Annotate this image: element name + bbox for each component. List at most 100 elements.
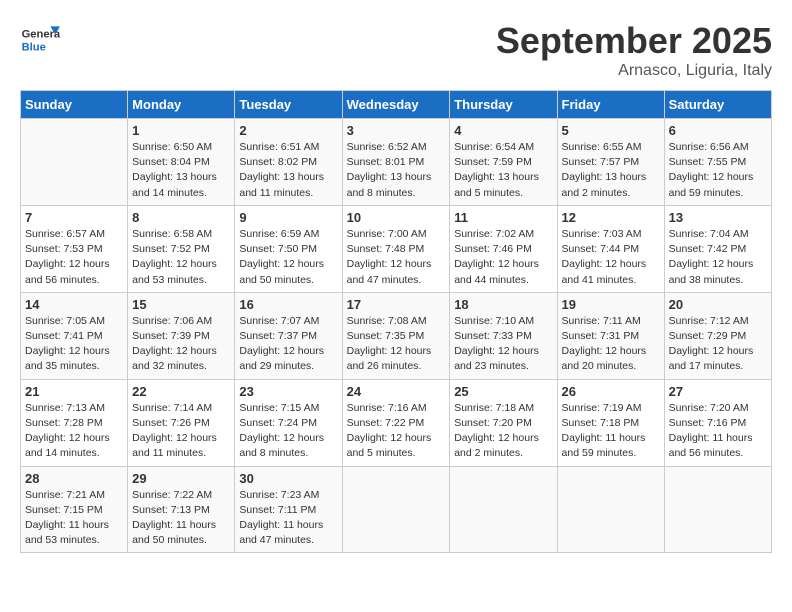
calendar-cell: 21 Sunrise: 7:13 AM Sunset: 7:28 PM Dayli… [21, 379, 128, 466]
calendar-cell [557, 466, 664, 553]
day-info: Sunrise: 7:02 AM Sunset: 7:46 PM Dayligh… [454, 227, 552, 288]
day-info: Sunrise: 7:04 AM Sunset: 7:42 PM Dayligh… [669, 227, 767, 288]
day-info: Sunrise: 7:07 AM Sunset: 7:37 PM Dayligh… [239, 314, 337, 375]
day-number: 23 [239, 384, 337, 399]
calendar-cell: 8 Sunrise: 6:58 AM Sunset: 7:52 PM Daylig… [128, 205, 235, 292]
day-number: 9 [239, 210, 337, 225]
day-number: 24 [347, 384, 446, 399]
day-number: 13 [669, 210, 767, 225]
day-number: 14 [25, 297, 123, 312]
title-block: September 2025 Arnasco, Liguria, Italy [496, 20, 772, 80]
day-info: Sunrise: 7:19 AM Sunset: 7:18 PM Dayligh… [562, 401, 660, 462]
location: Arnasco, Liguria, Italy [496, 62, 772, 80]
day-number: 16 [239, 297, 337, 312]
day-info: Sunrise: 7:21 AM Sunset: 7:15 PM Dayligh… [25, 488, 123, 549]
weekday-header-tuesday: Tuesday [235, 91, 342, 119]
calendar-cell [21, 119, 128, 206]
day-number: 12 [562, 210, 660, 225]
day-number: 19 [562, 297, 660, 312]
day-info: Sunrise: 7:13 AM Sunset: 7:28 PM Dayligh… [25, 401, 123, 462]
calendar-cell: 7 Sunrise: 6:57 AM Sunset: 7:53 PM Daylig… [21, 205, 128, 292]
day-number: 18 [454, 297, 552, 312]
calendar-cell: 14 Sunrise: 7:05 AM Sunset: 7:41 PM Dayli… [21, 292, 128, 379]
calendar-cell: 19 Sunrise: 7:11 AM Sunset: 7:31 PM Dayli… [557, 292, 664, 379]
day-info: Sunrise: 7:06 AM Sunset: 7:39 PM Dayligh… [132, 314, 230, 375]
logo: General Blue [20, 20, 64, 60]
month-title: September 2025 [496, 20, 772, 62]
calendar-cell: 28 Sunrise: 7:21 AM Sunset: 7:15 PM Dayli… [21, 466, 128, 553]
day-info: Sunrise: 6:58 AM Sunset: 7:52 PM Dayligh… [132, 227, 230, 288]
calendar-cell: 1Sunrise: 6:50 AM Sunset: 8:04 PM Daylig… [128, 119, 235, 206]
day-info: Sunrise: 6:57 AM Sunset: 7:53 PM Dayligh… [25, 227, 123, 288]
day-info: Sunrise: 7:00 AM Sunset: 7:48 PM Dayligh… [347, 227, 446, 288]
calendar-cell: 22 Sunrise: 7:14 AM Sunset: 7:26 PM Dayli… [128, 379, 235, 466]
day-info: Sunrise: 6:52 AM Sunset: 8:01 PM Dayligh… [347, 140, 446, 201]
calendar-cell [664, 466, 771, 553]
calendar-cell: 16 Sunrise: 7:07 AM Sunset: 7:37 PM Dayli… [235, 292, 342, 379]
day-info: Sunrise: 7:15 AM Sunset: 7:24 PM Dayligh… [239, 401, 337, 462]
day-number: 20 [669, 297, 767, 312]
calendar-cell: 12 Sunrise: 7:03 AM Sunset: 7:44 PM Dayli… [557, 205, 664, 292]
day-number: 25 [454, 384, 552, 399]
calendar-cell: 2 Sunrise: 6:51 AM Sunset: 8:02 PM Daylig… [235, 119, 342, 206]
calendar-cell: 15Sunrise: 7:06 AM Sunset: 7:39 PM Dayli… [128, 292, 235, 379]
day-number: 27 [669, 384, 767, 399]
day-number: 7 [25, 210, 123, 225]
day-info: Sunrise: 7:18 AM Sunset: 7:20 PM Dayligh… [454, 401, 552, 462]
day-number: 6 [669, 123, 767, 138]
day-info: Sunrise: 7:14 AM Sunset: 7:26 PM Dayligh… [132, 401, 230, 462]
day-info: Sunrise: 7:08 AM Sunset: 7:35 PM Dayligh… [347, 314, 446, 375]
weekday-header-monday: Monday [128, 91, 235, 119]
day-number: 17 [347, 297, 446, 312]
day-info: Sunrise: 6:59 AM Sunset: 7:50 PM Dayligh… [239, 227, 337, 288]
calendar-cell: 27Sunrise: 7:20 AM Sunset: 7:16 PM Dayli… [664, 379, 771, 466]
calendar-cell: 6 Sunrise: 6:56 AM Sunset: 7:55 PM Daylig… [664, 119, 771, 206]
weekday-header-sunday: Sunday [21, 91, 128, 119]
day-info: Sunrise: 7:16 AM Sunset: 7:22 PM Dayligh… [347, 401, 446, 462]
weekday-header-wednesday: Wednesday [342, 91, 450, 119]
day-info: Sunrise: 6:51 AM Sunset: 8:02 PM Dayligh… [239, 140, 337, 201]
calendar-cell: 17 Sunrise: 7:08 AM Sunset: 7:35 PM Dayli… [342, 292, 450, 379]
calendar-cell [450, 466, 557, 553]
day-number: 8 [132, 210, 230, 225]
day-info: Sunrise: 6:56 AM Sunset: 7:55 PM Dayligh… [669, 140, 767, 201]
day-info: Sunrise: 6:54 AM Sunset: 7:59 PM Dayligh… [454, 140, 552, 201]
day-number: 29 [132, 471, 230, 486]
day-info: Sunrise: 7:03 AM Sunset: 7:44 PM Dayligh… [562, 227, 660, 288]
calendar-cell: 30Sunrise: 7:23 AM Sunset: 7:11 PM Dayli… [235, 466, 342, 553]
day-number: 5 [562, 123, 660, 138]
day-number: 4 [454, 123, 552, 138]
day-number: 10 [347, 210, 446, 225]
day-number: 30 [239, 471, 337, 486]
calendar-cell: 23 Sunrise: 7:15 AM Sunset: 7:24 PM Dayli… [235, 379, 342, 466]
calendar-cell: 4 Sunrise: 6:54 AM Sunset: 7:59 PM Daylig… [450, 119, 557, 206]
calendar-cell: 13 Sunrise: 7:04 AM Sunset: 7:42 PM Dayli… [664, 205, 771, 292]
svg-text:Blue: Blue [22, 41, 46, 53]
calendar-cell: 20 Sunrise: 7:12 AM Sunset: 7:29 PM Dayli… [664, 292, 771, 379]
day-number: 28 [25, 471, 123, 486]
day-number: 11 [454, 210, 552, 225]
day-info: Sunrise: 7:12 AM Sunset: 7:29 PM Dayligh… [669, 314, 767, 375]
calendar-cell [342, 466, 450, 553]
calendar-table: SundayMondayTuesdayWednesdayThursdayFrid… [20, 90, 772, 553]
calendar-cell: 26 Sunrise: 7:19 AM Sunset: 7:18 PM Dayli… [557, 379, 664, 466]
day-info: Sunrise: 7:11 AM Sunset: 7:31 PM Dayligh… [562, 314, 660, 375]
day-number: 3 [347, 123, 446, 138]
calendar-cell: 5Sunrise: 6:55 AM Sunset: 7:57 PM Daylig… [557, 119, 664, 206]
weekday-header-saturday: Saturday [664, 91, 771, 119]
day-number: 22 [132, 384, 230, 399]
calendar-cell: 9 Sunrise: 6:59 AM Sunset: 7:50 PM Daylig… [235, 205, 342, 292]
calendar-cell: 25 Sunrise: 7:18 AM Sunset: 7:20 PM Dayli… [450, 379, 557, 466]
weekday-header-friday: Friday [557, 91, 664, 119]
day-info: Sunrise: 6:50 AM Sunset: 8:04 PM Dayligh… [132, 140, 230, 201]
calendar-cell: 10 Sunrise: 7:00 AM Sunset: 7:48 PM Dayli… [342, 205, 450, 292]
day-number: 26 [562, 384, 660, 399]
day-info: Sunrise: 7:05 AM Sunset: 7:41 PM Dayligh… [25, 314, 123, 375]
calendar-cell: 11 Sunrise: 7:02 AM Sunset: 7:46 PM Dayli… [450, 205, 557, 292]
weekday-header-thursday: Thursday [450, 91, 557, 119]
day-number: 2 [239, 123, 337, 138]
calendar-cell: 24 Sunrise: 7:16 AM Sunset: 7:22 PM Dayli… [342, 379, 450, 466]
calendar-cell: 18Sunrise: 7:10 AM Sunset: 7:33 PM Dayli… [450, 292, 557, 379]
calendar-cell: 3 Sunrise: 6:52 AM Sunset: 8:01 PM Daylig… [342, 119, 450, 206]
day-number: 21 [25, 384, 123, 399]
